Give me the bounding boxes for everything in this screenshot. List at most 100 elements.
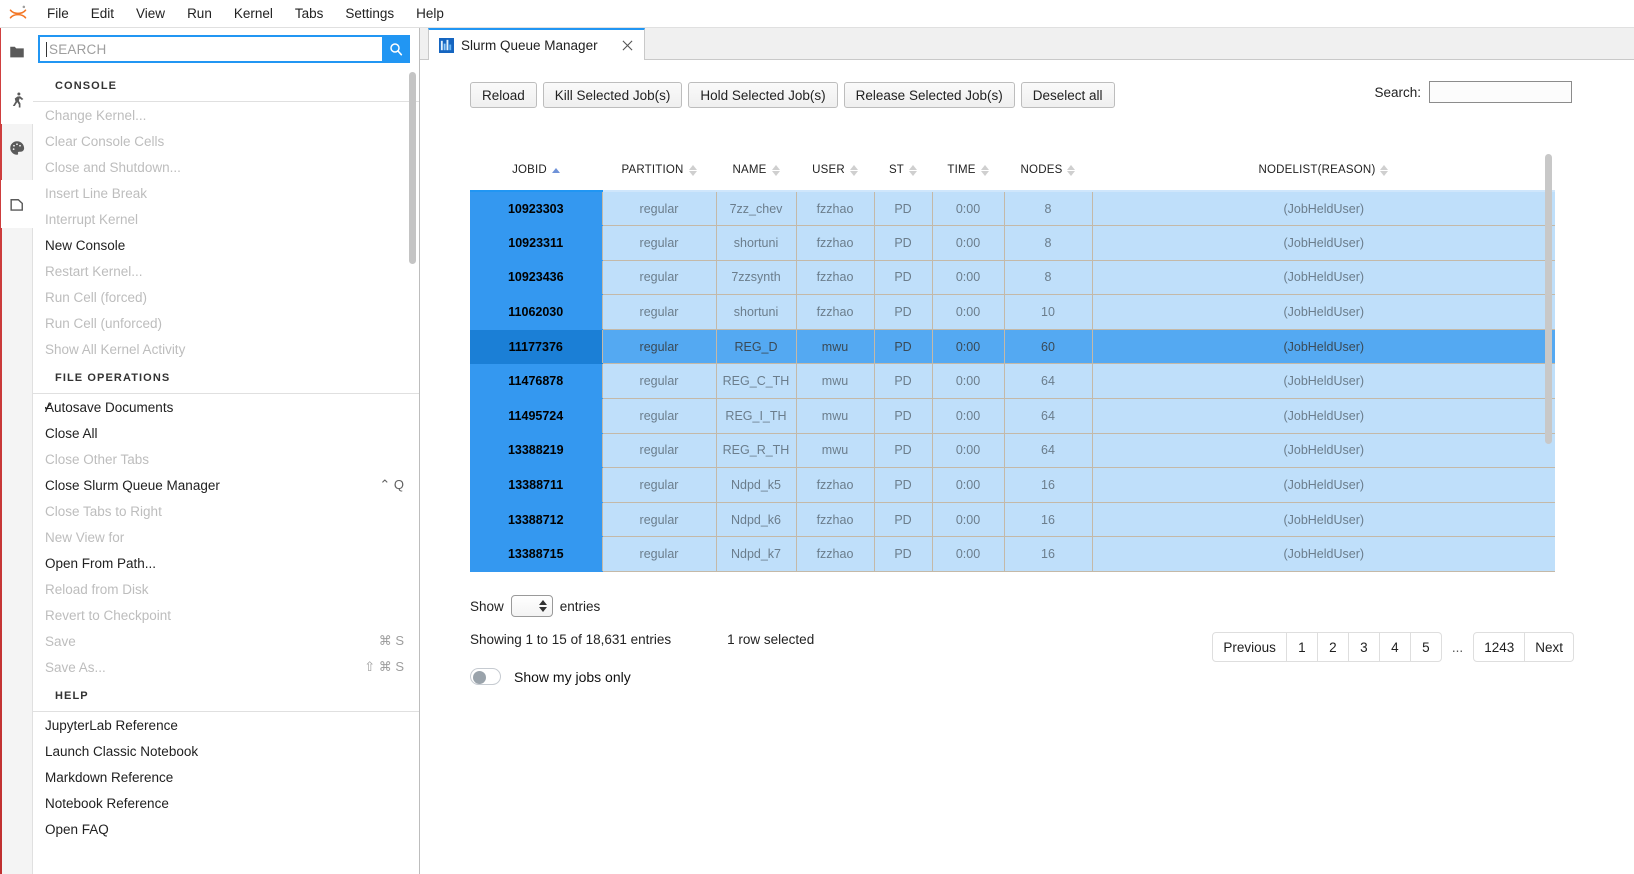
tab-bar: Slurm Queue Manager <box>420 28 1634 60</box>
menu-kernel[interactable]: Kernel <box>223 0 284 28</box>
left-sidebar-rail <box>0 28 33 874</box>
pagination-next-button[interactable]: Next <box>1525 632 1574 662</box>
palette-scrollbar[interactable] <box>409 72 416 264</box>
table-row[interactable]: 13388219 regular REG_R_TH mwu PD 0:00 64 (JobHe… <box>470 432 1555 469</box>
pagination-page-1[interactable]: 1 <box>1286 632 1318 662</box>
page-size-select[interactable] <box>510 595 553 617</box>
menu-help[interactable]: Help <box>405 0 455 28</box>
cell-partition: regular <box>601 225 716 261</box>
menu-view[interactable]: View <box>125 0 176 28</box>
hold-selected-jobs-button[interactable]: Hold Selected Job(s) <box>688 82 838 108</box>
palette-command-item[interactable]: Open From Path... <box>33 550 419 576</box>
column-header-inner: NAME <box>732 164 780 176</box>
column-header-st[interactable]: ST <box>874 152 932 192</box>
pagination-page-4[interactable]: 4 <box>1379 632 1411 662</box>
file-browser-icon[interactable] <box>1 28 33 76</box>
palette-command-item: Save ⌘ S <box>33 628 419 654</box>
close-icon[interactable] <box>620 37 636 53</box>
table-scrollbar-thumb[interactable] <box>1545 154 1552 444</box>
pagination-page-3[interactable]: 3 <box>1348 632 1380 662</box>
page-size-control: Show entries <box>470 595 600 617</box>
sort-ascending-icon <box>551 167 560 173</box>
palette-command-label: Save <box>45 633 76 649</box>
palette-command-label: Show All Kernel Activity <box>45 341 186 357</box>
column-header-user[interactable]: USER <box>796 152 874 192</box>
table-scrollbar-track[interactable] <box>1544 152 1554 544</box>
palette-command-item: Restart Kernel... <box>33 258 419 284</box>
command-search-input[interactable]: SEARCH <box>38 35 382 63</box>
palette-command-item[interactable]: Notebook Reference <box>33 790 419 816</box>
palette-command-label: New View for <box>45 529 125 545</box>
palette-command-label: New Console <box>45 237 126 253</box>
palette-command-label: Close and Shutdown... <box>45 159 181 175</box>
release-selected-jobs-button[interactable]: Release Selected Job(s) <box>843 82 1015 108</box>
table-row[interactable]: 13388715 regular Ndpd_k7 fzzhao PD 0:00 16 (Job… <box>470 536 1555 573</box>
sort-toggle-icon <box>688 164 697 176</box>
palette-command-label: Close Tabs to Right <box>45 503 162 519</box>
pagination-ellipsis: ... <box>1451 639 1464 655</box>
column-header-partition[interactable]: PARTITION <box>602 152 716 192</box>
palette-command-label: Run Cell (unforced) <box>45 315 163 331</box>
table-row[interactable]: 11495724 regular REG_I_TH mwu PD 0:00 64 (JobHe… <box>470 398 1555 434</box>
tab-slurm-queue-manager[interactable]: Slurm Queue Manager <box>428 28 645 60</box>
table-row[interactable]: 10923436 regular 7zzsynth fzzhao PD 0:00 8 (Job… <box>470 259 1555 296</box>
palette-command-item[interactable]: ✓ Autosave Documents <box>33 394 419 420</box>
palette-command-item[interactable]: New Console <box>33 232 419 258</box>
pagination-page-5[interactable]: 5 <box>1410 632 1442 662</box>
toggle-knob <box>473 671 486 684</box>
cell-nodes: 16 <box>1003 501 1092 538</box>
cell-name: REG_C_TH <box>715 363 796 400</box>
cell-jobid: 13388219 <box>470 432 602 469</box>
menu-file[interactable]: File <box>36 0 80 28</box>
cell-time: 0:00 <box>931 363 1004 400</box>
cell-st: PD <box>873 190 932 227</box>
table-row[interactable]: 10923311 regular shortuni fzzhao PD 0:00 8 (Job… <box>470 225 1555 261</box>
pagination-page-1243[interactable]: 1243 <box>1473 632 1526 662</box>
column-header-name[interactable]: NAME <box>716 152 796 192</box>
column-header-nodelist-reason[interactable]: NODELIST(REASON) <box>1092 152 1555 192</box>
pagination-page-2[interactable]: 2 <box>1317 632 1349 662</box>
column-header-jobid[interactable]: JOBID <box>470 152 602 192</box>
menu-settings[interactable]: Settings <box>334 0 405 28</box>
palette-command-item[interactable]: Markdown Reference <box>33 764 419 790</box>
table-search-input[interactable] <box>1429 81 1572 103</box>
kill-selected-jobs-button[interactable]: Kill Selected Job(s) <box>542 82 683 108</box>
pagination-previous-button[interactable]: Previous <box>1212 632 1287 662</box>
palette-command-label: Save As... <box>45 659 106 675</box>
extension-manager-icon[interactable] <box>1 180 33 228</box>
table-row[interactable]: 11062030 regular shortuni fzzhao PD 0:00 10 (Jo… <box>470 294 1555 330</box>
palette-command-label: Clear Console Cells <box>45 133 165 149</box>
table-row[interactable]: 11177376 regular REG_D mwu PD 0:00 60 (JobHeldU… <box>470 328 1555 365</box>
palette-icon[interactable] <box>1 124 33 172</box>
table-header-row: JOBID PARTITION NAME USER ST TIME NODES NODELIS… <box>470 152 1555 192</box>
menu-edit[interactable]: Edit <box>80 0 125 28</box>
menu-run[interactable]: Run <box>176 0 223 28</box>
palette-command-item[interactable]: Close Slurm Queue Manager ⌃ Q <box>33 472 419 498</box>
table-row[interactable]: 10923303 regular 7zz_chev fzzhao PD 0:00 8 (Job… <box>470 190 1555 227</box>
palette-command-item[interactable]: JupyterLab Reference <box>33 712 419 738</box>
menu-tabs[interactable]: Tabs <box>284 0 335 28</box>
cell-nodelist: (JobHeldUser) <box>1091 536 1555 573</box>
main-dock-area: Slurm Queue Manager Reload Kill Selected… <box>420 28 1634 874</box>
table-row[interactable]: 11476878 regular REG_C_TH mwu PD 0:00 64 (JobHe… <box>470 363 1555 400</box>
deselect-all-button[interactable]: Deselect all <box>1020 82 1115 108</box>
table-row[interactable]: 13388712 regular Ndpd_k6 fzzhao PD 0:00 16 (Job… <box>470 501 1555 538</box>
cell-nodelist: (JobHeldUser) <box>1091 363 1555 400</box>
palette-command-item[interactable]: Close All <box>33 420 419 446</box>
palette-section-heading: FILE OPERATIONS <box>55 372 171 384</box>
jobs-table: JOBID PARTITION NAME USER ST TIME NODES NODELIS… <box>470 152 1555 573</box>
reload-button[interactable]: Reload <box>470 82 537 108</box>
palette-command-item[interactable]: Open FAQ <box>33 816 419 842</box>
column-header-nodes[interactable]: NODES <box>1004 152 1092 192</box>
column-header-time[interactable]: TIME <box>932 152 1004 192</box>
cell-jobid: 11476878 <box>470 363 602 400</box>
search-icon[interactable] <box>382 35 410 63</box>
cell-nodes: 16 <box>1003 467 1092 503</box>
cell-name: REG_R_TH <box>715 432 796 469</box>
table-row[interactable]: 13388711 regular Ndpd_k5 fzzhao PD 0:00 16 (Job… <box>470 467 1555 503</box>
running-sessions-icon[interactable] <box>1 76 33 124</box>
cell-partition: regular <box>601 501 716 538</box>
palette-command-item[interactable]: Launch Classic Notebook <box>33 738 419 764</box>
show-my-jobs-toggle[interactable] <box>470 668 501 685</box>
column-header-inner: TIME <box>947 164 989 176</box>
